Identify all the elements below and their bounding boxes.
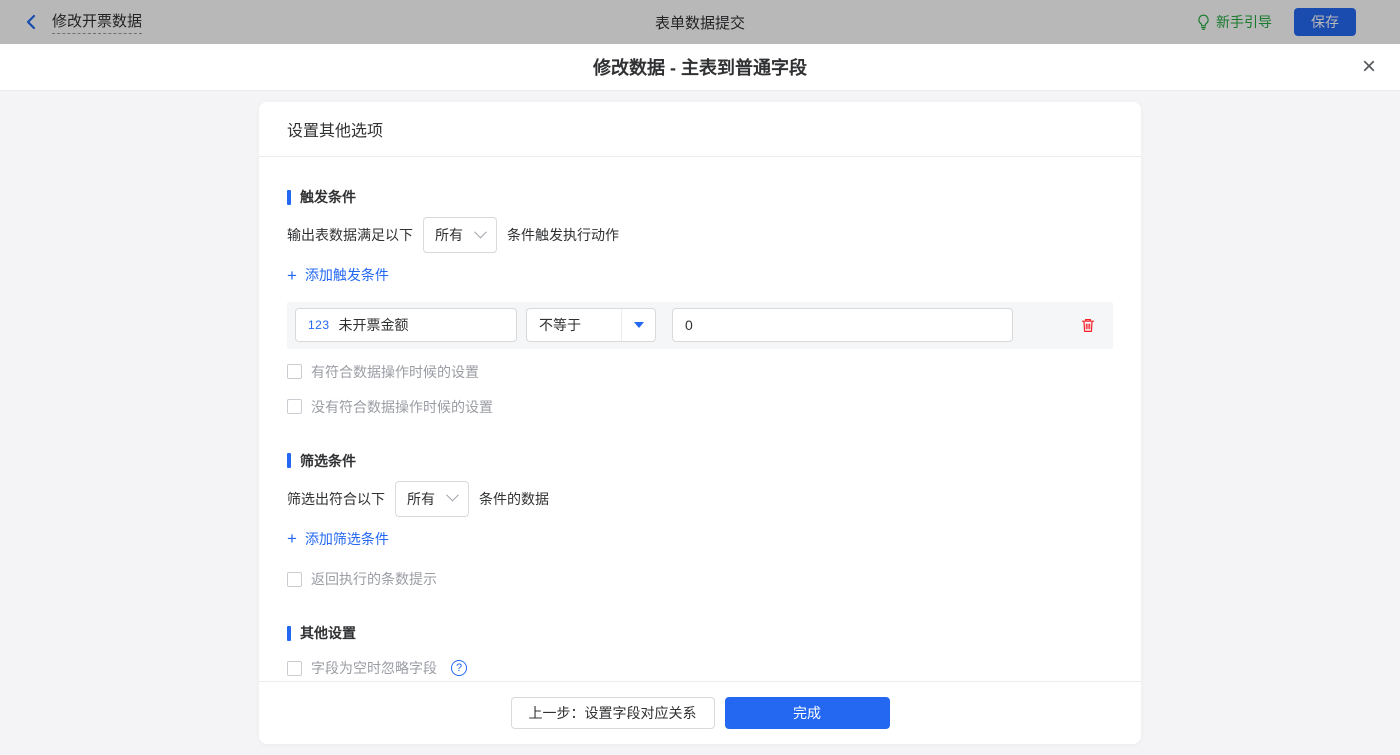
filter-match-sentence: 筛选出符合以下 所有 条件的数据 bbox=[287, 480, 1113, 517]
card-header-title: 设置其他选项 bbox=[259, 102, 1141, 157]
add-trigger-condition-label: 添加触发条件 bbox=[304, 267, 389, 283]
trash-icon bbox=[1081, 318, 1095, 332]
chevron-down-icon bbox=[474, 225, 487, 238]
no-match-settings-label: 没有符合数据操作时候的设置 bbox=[311, 398, 493, 415]
card-footer: 上一步：设置字段对应关系 完成 bbox=[259, 681, 1141, 744]
other-section-label: 其他设置 bbox=[300, 625, 356, 641]
checkbox-unchecked[interactable] bbox=[287, 660, 302, 676]
modal-title: 修改数据 - 主表到普通字段 bbox=[593, 58, 807, 78]
caret-down-icon bbox=[633, 322, 644, 328]
other-section-title: 其他设置 bbox=[287, 623, 1113, 643]
operator-dropdown-zone[interactable] bbox=[621, 309, 655, 341]
filter-sentence-prefix: 筛选出符合以下 bbox=[287, 490, 385, 507]
has-match-settings-label: 有符合数据操作时候的设置 bbox=[311, 363, 479, 380]
plus-icon: + bbox=[287, 529, 297, 548]
count-tip-label: 返回执行的条数提示 bbox=[311, 571, 437, 587]
card-body: 触发条件 输出表数据满足以下 所有 条件触发执行动作 + 添加触发条件 123 … bbox=[259, 157, 1141, 681]
help-question-icon[interactable]: ? bbox=[451, 660, 467, 676]
filter-match-select[interactable]: 所有 bbox=[395, 480, 469, 517]
trigger-match-select-value: 所有 bbox=[435, 227, 463, 243]
filter-sentence-suffix: 条件的数据 bbox=[479, 490, 549, 507]
delete-condition-button[interactable] bbox=[1080, 317, 1096, 334]
condition-field-name: 未开票金额 bbox=[338, 317, 409, 333]
checkbox-unchecked[interactable] bbox=[287, 399, 302, 414]
back-chevron-icon bbox=[26, 14, 36, 30]
filter-section-label: 筛选条件 bbox=[300, 452, 356, 469]
section-accent-bar bbox=[287, 453, 291, 468]
top-toolbar: 修改开票数据 表单数据提交 新手引导 保存 bbox=[0, 0, 1400, 44]
checkbox-unchecked[interactable] bbox=[287, 571, 302, 587]
condition-value-input[interactable] bbox=[672, 308, 1013, 342]
section-accent-bar bbox=[287, 625, 291, 641]
trigger-section-title: 触发条件 bbox=[287, 187, 1113, 207]
condition-field-select[interactable]: 123 未开票金额 bbox=[295, 308, 517, 342]
back-button[interactable]: 修改开票数据 bbox=[24, 10, 143, 34]
trigger-sentence-prefix: 输出表数据满足以下 bbox=[287, 227, 413, 243]
back-label[interactable]: 修改开票数据 bbox=[52, 10, 143, 34]
modal-header: 修改数据 - 主表到普通字段 × bbox=[0, 44, 1400, 91]
options-card: 设置其他选项 触发条件 输出表数据满足以下 所有 条件触发执行动作 + 添加触发… bbox=[259, 102, 1141, 744]
filter-match-select-value: 所有 bbox=[407, 490, 435, 507]
lightbulb-icon bbox=[1198, 14, 1209, 30]
trigger-sentence-suffix: 条件触发执行动作 bbox=[507, 227, 619, 243]
trigger-match-sentence: 输出表数据满足以下 所有 条件触发执行动作 bbox=[287, 217, 1113, 253]
trigger-match-select[interactable]: 所有 bbox=[423, 217, 497, 253]
add-trigger-condition-link[interactable]: + 添加触发条件 bbox=[287, 265, 389, 285]
has-match-settings-checkbox-row[interactable]: 有符合数据操作时候的设置 bbox=[287, 362, 1113, 382]
no-match-settings-checkbox-row[interactable]: 没有符合数据操作时候的设置 bbox=[287, 397, 1113, 417]
checkbox-unchecked[interactable] bbox=[287, 364, 302, 379]
section-accent-bar bbox=[287, 189, 291, 205]
count-tip-checkbox-row[interactable]: 返回执行的条数提示 bbox=[287, 569, 1113, 589]
field-type-number-badge: 123 bbox=[308, 318, 330, 332]
trigger-condition-row: 123 未开票金额 不等于 bbox=[287, 301, 1113, 349]
ignore-empty-field-checkbox-row[interactable]: 字段为空时忽略字段 ? bbox=[287, 658, 1113, 678]
add-filter-condition-link[interactable]: + 添加筛选条件 bbox=[287, 529, 389, 549]
chevron-down-icon bbox=[446, 488, 459, 502]
close-icon[interactable]: × bbox=[1362, 55, 1376, 79]
done-button[interactable]: 完成 bbox=[724, 697, 890, 729]
plus-icon: + bbox=[287, 265, 297, 285]
toolbar-title: 表单数据提交 bbox=[654, 14, 745, 32]
modal-body: 设置其他选项 触发条件 输出表数据满足以下 所有 条件触发执行动作 + 添加触发… bbox=[0, 91, 1400, 755]
previous-step-button[interactable]: 上一步：设置字段对应关系 bbox=[510, 697, 715, 729]
add-filter-condition-label: 添加筛选条件 bbox=[304, 530, 389, 547]
save-button[interactable]: 保存 bbox=[1294, 8, 1356, 36]
condition-operator-value: 不等于 bbox=[539, 317, 581, 333]
filter-section-title: 筛选条件 bbox=[287, 451, 1113, 471]
beginner-guide-button[interactable]: 新手引导 bbox=[1196, 12, 1272, 32]
beginner-guide-label: 新手引导 bbox=[1216, 14, 1272, 30]
condition-operator-select[interactable]: 不等于 bbox=[526, 308, 656, 342]
trigger-section-label: 触发条件 bbox=[300, 189, 356, 205]
ignore-empty-field-label: 字段为空时忽略字段 bbox=[311, 660, 437, 676]
